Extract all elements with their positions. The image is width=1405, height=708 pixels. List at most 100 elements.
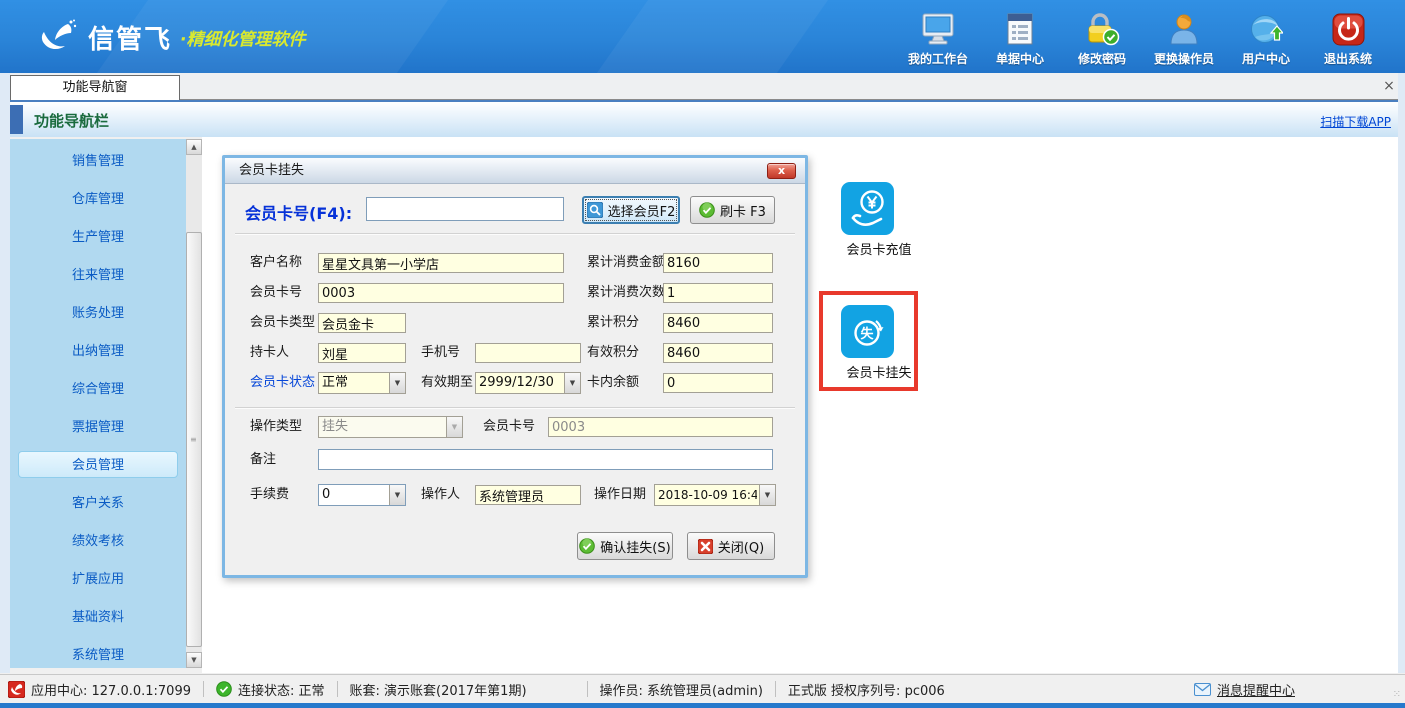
chevron-down-icon[interactable]: ▼ — [564, 373, 580, 393]
customer-name-field[interactable] — [318, 253, 564, 273]
toolbar-label: 修改密码 — [1078, 50, 1126, 67]
toolbar-label: 更换操作员 — [1154, 50, 1214, 67]
select-member-button[interactable]: 选择会员F2 — [582, 196, 680, 224]
chevron-down-icon[interactable]: ▼ — [389, 485, 405, 505]
chevron-down-icon[interactable]: ▼ — [389, 373, 405, 393]
tab-function-navigator[interactable]: 功能导航窗 — [10, 75, 180, 100]
sidebar-item-customer-relations[interactable]: 客户关系 — [18, 489, 178, 516]
select-member-label: 选择会员F2 — [608, 201, 676, 220]
toolbar-document-center[interactable]: 单据中心 — [979, 12, 1061, 67]
status-license: 正式版 授权序列号: pc006 — [788, 680, 945, 699]
mobile-label: 手机号 — [421, 342, 460, 364]
scan-download-app-link[interactable]: 扫描下载APP — [1320, 113, 1391, 130]
valid-points-field[interactable] — [663, 343, 773, 363]
recharge-card-icon — [846, 187, 890, 231]
app-subtitle: ·精细化管理软件 — [180, 25, 305, 50]
header-toolbar: 我的工作台 单据中心 — [897, 12, 1389, 67]
sidebar-item-system[interactable]: 系统管理 — [18, 641, 178, 668]
green-check-icon — [699, 202, 715, 218]
toolbar-user-center[interactable]: 用户中心 — [1225, 12, 1307, 67]
valid-until-combo[interactable]: 2999/12/30 ▼ — [475, 372, 581, 394]
fee-combo[interactable]: 0 ▼ — [318, 484, 406, 506]
message-center-link[interactable]: 消息提醒中心 — [1217, 680, 1295, 699]
dialog-title: 会员卡挂失 — [225, 158, 805, 184]
resize-grip[interactable]: ⁙ — [1393, 689, 1402, 700]
sidebar-item-extensions[interactable]: 扩展应用 — [18, 565, 178, 592]
customer-name-label: 客户名称 — [250, 252, 302, 274]
window-frame-right — [1398, 73, 1405, 673]
shortcut-label-recharge[interactable]: 会员卡充值 — [834, 239, 924, 258]
valid-until-label: 有效期至 — [421, 372, 473, 394]
total-count-field[interactable] — [663, 283, 773, 303]
total-amount-field[interactable] — [663, 253, 773, 273]
op-type-label: 操作类型 — [250, 416, 302, 438]
status-connection: 连接状态: 正常 — [216, 680, 325, 699]
sidebar-item-performance[interactable]: 绩效考核 — [18, 527, 178, 554]
status-message-center[interactable]: 消息提醒中心 — [1194, 680, 1295, 699]
swipe-card-button[interactable]: 刷卡 F3 — [690, 196, 775, 224]
operator-field[interactable] — [475, 485, 581, 505]
report-loss-icon: 失 — [846, 310, 890, 354]
toolbar-change-password[interactable]: 修改密码 — [1061, 12, 1143, 67]
magnifier-icon — [587, 202, 603, 218]
scrollbar-down-icon[interactable]: ▼ — [186, 652, 202, 668]
sidebar-item-production[interactable]: 生产管理 — [18, 223, 178, 250]
total-points-field[interactable] — [663, 313, 773, 333]
brand-swoosh-icon — [38, 18, 78, 56]
sidebar-item-comprehensive[interactable]: 综合管理 — [18, 375, 178, 402]
app-window: 信管飞 ·精细化管理软件 我的工作台 — [0, 0, 1405, 708]
sidebar-item-sales[interactable]: 销售管理 — [18, 147, 178, 174]
sidebar-item-accounting[interactable]: 账务处理 — [18, 299, 178, 326]
close-dialog-button[interactable]: 关闭(Q) — [687, 532, 775, 560]
toolbar-label: 用户中心 — [1242, 50, 1290, 67]
shortcut-recharge-card[interactable] — [841, 182, 894, 235]
sidebar-item-invoice[interactable]: 票据管理 — [18, 413, 178, 440]
nav-accent-bar — [10, 105, 23, 134]
status-operator: 操作员: 系统管理员(admin) — [600, 680, 763, 699]
tab-close-icon[interactable]: × — [1381, 78, 1397, 94]
mobile-field[interactable] — [475, 343, 581, 363]
card-no-lookup-label: 会员卡号(F4): — [245, 200, 352, 224]
separator — [235, 233, 795, 235]
sidebar-item-warehouse[interactable]: 仓库管理 — [18, 185, 178, 212]
card-type-field[interactable] — [318, 313, 406, 333]
op-date-label: 操作日期 — [594, 484, 646, 506]
confirm-loss-button[interactable]: 确认挂失(S) — [577, 532, 673, 560]
balance-label: 卡内余额 — [587, 372, 639, 394]
sidebar-scrollbar[interactable]: ▲ ≡ ▼ — [186, 139, 202, 668]
envelope-icon — [1194, 683, 1211, 696]
app-logo: 信管飞 ·精细化管理软件 — [38, 18, 305, 56]
toolbar-my-workbench[interactable]: 我的工作台 — [897, 12, 979, 67]
sidebar-item-membership[interactable]: 会员管理 — [18, 451, 178, 478]
holder-label: 持卡人 — [250, 342, 289, 364]
report-loss-dialog: 会员卡挂失 x 会员卡号(F4): 选择会员F2 刷卡 F3 客户名称 累计消费… — [222, 155, 808, 578]
toolbar-exit-system[interactable]: 退出系统 — [1307, 12, 1389, 67]
shortcut-report-loss-card[interactable]: 失 — [841, 305, 894, 358]
op-date-combo[interactable]: 2018-10-09 16:45 ▼ — [654, 484, 776, 506]
card-no-lookup-input[interactable] — [366, 197, 564, 221]
sidebar-item-cashier[interactable]: 出纳管理 — [18, 337, 178, 364]
total-count-label: 累计消费次数 — [587, 282, 665, 304]
status-app-center: 应用中心: 127.0.0.1:7099 — [8, 680, 191, 699]
power-icon — [1332, 12, 1365, 46]
holder-field[interactable] — [318, 343, 406, 363]
scrollbar-up-icon[interactable]: ▲ — [186, 139, 202, 155]
chevron-down-icon[interactable]: ▼ — [759, 485, 775, 505]
dialog-close-button[interactable]: x — [767, 163, 796, 179]
toolbar-label: 我的工作台 — [908, 50, 968, 67]
total-points-label: 累计积分 — [587, 312, 639, 334]
shortcut-label-report-loss[interactable]: 会员卡挂失 — [834, 362, 924, 381]
card-status-combo[interactable]: 正常 ▼ — [318, 372, 406, 394]
close-dialog-label: 关闭(Q) — [718, 537, 764, 556]
card-no-field[interactable] — [318, 283, 564, 303]
toolbar-label: 单据中心 — [996, 50, 1044, 67]
remark-field[interactable] — [318, 449, 773, 470]
remark-label: 备注 — [250, 449, 276, 471]
sidebar-item-transactions[interactable]: 往来管理 — [18, 261, 178, 288]
scrollbar-thumb[interactable]: ≡ — [186, 232, 202, 647]
sidebar-item-basic-data[interactable]: 基础资料 — [18, 603, 178, 630]
balance-field[interactable] — [663, 373, 773, 393]
separator — [235, 407, 795, 409]
fee-label: 手续费 — [250, 484, 289, 506]
toolbar-switch-operator[interactable]: 更换操作员 — [1143, 12, 1225, 67]
